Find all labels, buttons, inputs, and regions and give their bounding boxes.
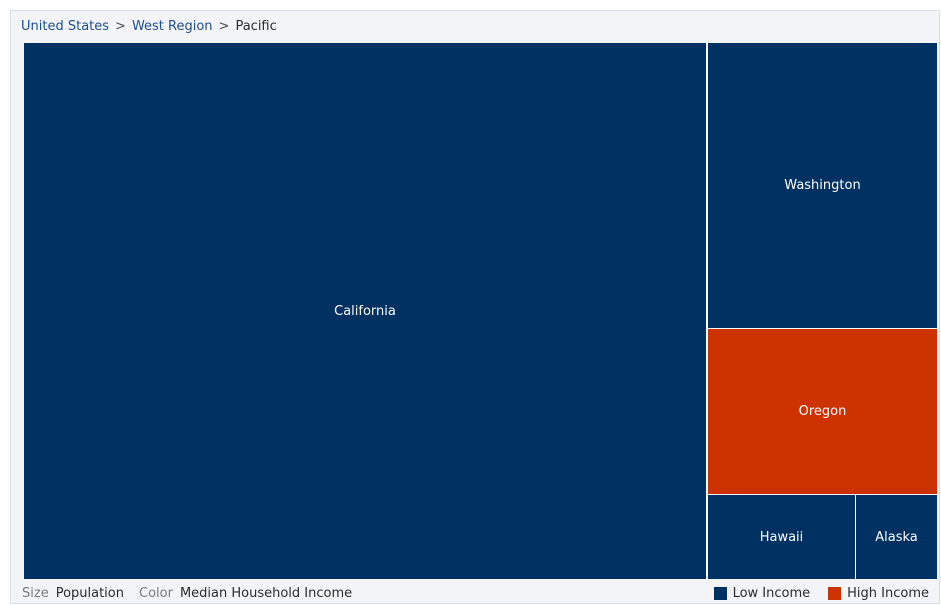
legend-swatch-high-income [828,587,842,600]
legend-item-high-income: High Income [828,586,929,601]
tile-hawaii[interactable]: Hawaii [708,495,855,579]
legend-swatch-low-income [713,587,727,600]
color-value: Median Household Income [179,586,353,601]
measure-info: Size Population Color Median Household Inco… [22,586,367,601]
tile-label: Alaska [875,529,918,545]
breadcrumb-item-west-region[interactable]: West Region [132,19,213,34]
treemap-footer: Size Population Color Median Household Inco… [11,583,939,603]
tile-oregon[interactable]: Oregon [708,329,937,494]
breadcrumb-separator: > [218,19,230,34]
tile-label: Washington [784,178,861,193]
tile-label: California [334,303,396,319]
size-value: Population [55,586,124,601]
breadcrumb-separator: > [115,19,126,34]
tile-california[interactable]: California [24,43,706,579]
treemap: California Washington Oregon Hawaii Alas… [24,43,937,579]
tile-label: Hawaii [759,529,804,545]
legend: Low Income High Income [696,586,929,601]
legend-label: Low Income [732,586,811,601]
legend-item-low-income: Low Income [713,586,811,601]
breadcrumb-item-united-states[interactable]: United States [21,19,109,34]
tile-washington[interactable]: Washington [708,43,937,328]
tile-alaska[interactable]: Alaska [856,495,937,579]
breadcrumb: United States > West Region > Pacific [21,19,277,34]
size-key: Size [22,586,49,601]
treemap-panel: United States > West Region > Pacific Califo… [10,10,940,604]
legend-label: High Income [847,586,929,601]
color-key: Color [139,586,173,601]
breadcrumb-item-pacific: Pacific [235,19,277,34]
tile-label: Oregon [798,404,847,419]
